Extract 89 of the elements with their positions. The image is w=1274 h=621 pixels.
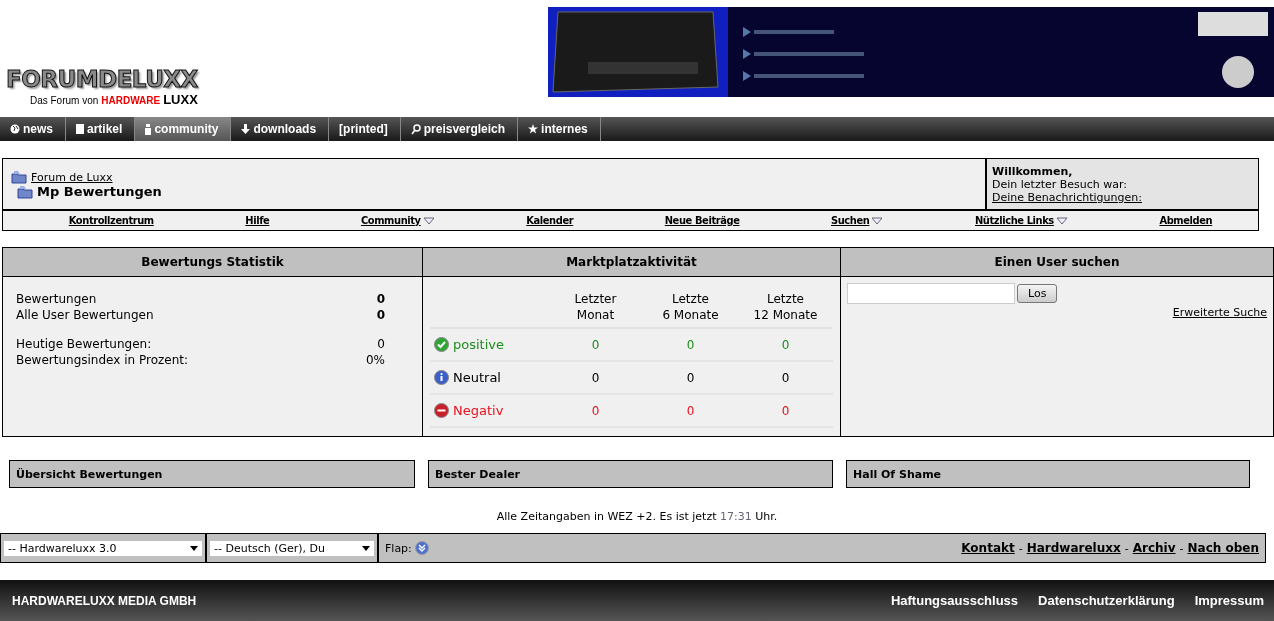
company-name: HARDWARELUXX MEDIA GMBH — [12, 593, 197, 608]
rating-count: 0 — [781, 370, 790, 385]
panel-header: Bewertungs Statistik — [3, 248, 422, 277]
stat-value: 0% — [365, 352, 385, 368]
rating-label: Negativ — [453, 403, 504, 418]
footer-link[interactable]: Impressum — [1194, 593, 1264, 608]
expand-icon[interactable] — [414, 541, 429, 555]
breadcrumb-link[interactable]: Forum de Luxx — [31, 170, 113, 184]
globe-icon — [10, 124, 20, 134]
rating-count: 0 — [591, 370, 600, 385]
info-icon — [434, 370, 449, 385]
flap-label: Flap: — [385, 541, 412, 555]
rating-count: 0 — [591, 403, 600, 418]
rating-label: positive — [453, 337, 504, 352]
column-header: Letzte — [672, 291, 709, 307]
page-icon — [76, 124, 84, 134]
dropdown-arrow-icon — [190, 545, 198, 551]
navbar-link[interactable]: Hilfe — [245, 214, 270, 227]
last-visit-text: Dein letzter Besuch war: — [992, 178, 1129, 191]
folder-icon — [11, 170, 27, 184]
stat-value: 0 — [376, 291, 385, 307]
column-header: 6 Monate — [662, 307, 719, 323]
rating-count: 0 — [781, 403, 790, 418]
footer-link[interactable]: Haftungsausschluss — [890, 593, 1019, 608]
minus-icon — [434, 403, 449, 418]
footer-link[interactable]: Datenschutzerklärung — [1038, 593, 1175, 608]
rating-count: 0 — [686, 370, 695, 385]
language-select[interactable]: -- Deutsch (Ger), Du — [210, 540, 374, 556]
navbar-link[interactable]: Community — [360, 214, 435, 227]
stat-label: Bewertungen — [16, 291, 97, 307]
column-header: 12 Monate — [753, 307, 818, 323]
down-arrow-icon — [241, 124, 251, 134]
dropdown-arrow-icon — [362, 545, 370, 551]
nav-tab[interactable]: community — [135, 117, 232, 141]
column-header: Monat — [576, 307, 615, 323]
nav-tab[interactable]: preisvergleich — [400, 117, 519, 141]
logo-tagline: Das Forum von — [29, 95, 99, 106]
stat-value: 0 — [377, 336, 385, 352]
navbar-link[interactable]: Abmelden — [1159, 214, 1213, 227]
footer-link[interactable]: Hardwareluxx — [1026, 541, 1121, 555]
panel-header: Einen User suchen — [841, 248, 1273, 277]
folder-icon — [17, 184, 33, 199]
section-header[interactable]: Hall Of Shame — [846, 460, 1250, 488]
check-icon — [434, 337, 449, 352]
dropdown-arrow-icon — [1055, 216, 1068, 225]
dropdown-arrow-icon — [422, 216, 435, 225]
footer-link[interactable]: Nach oben — [1187, 541, 1259, 555]
page-title: Mp Bewertungen — [37, 184, 162, 199]
stat-label: Heutige Bewertungen: — [16, 336, 152, 352]
link-separator: - — [1018, 541, 1023, 555]
search-button[interactable]: Los — [1017, 284, 1058, 303]
stat-label: Alle User Bewertungen — [16, 307, 154, 323]
section-header[interactable]: Übersicht Bewertungen — [9, 460, 415, 488]
timezone-note: Alle Zeitangaben in WEZ +2. Es ist jetzt 17:31 Uhr. — [495, 510, 779, 524]
navbar-link[interactable]: Kalender — [526, 214, 574, 227]
panel-header: Marktplatzaktivität — [423, 248, 840, 277]
notifications-link[interactable]: Deine Benachrichtigungen: — [992, 191, 1253, 204]
welcome-title: Willkommen, — [992, 165, 1074, 178]
star-icon — [528, 124, 539, 134]
footer-link[interactable]: Kontakt — [961, 541, 1015, 555]
column-header: Letzter — [574, 291, 617, 307]
advanced-search-link[interactable]: Erweiterte Suche — [1172, 306, 1267, 319]
stat-value: 0 — [376, 307, 385, 323]
stat-label: Bewertungsindex in Prozent: — [16, 352, 188, 368]
rating-count: 0 — [686, 403, 695, 418]
rating-count: 0 — [781, 337, 790, 352]
nav-tab[interactable]: downloads — [231, 117, 330, 141]
navbar-link[interactable]: Suchen — [831, 214, 884, 227]
section-header[interactable]: Bester Dealer — [428, 460, 833, 488]
navbar-link[interactable]: Neue Beiträge — [664, 214, 740, 227]
column-header: Letzte — [767, 291, 804, 307]
dropdown-arrow-icon — [871, 216, 884, 225]
link-separator: - — [1179, 541, 1184, 555]
search-icon — [410, 123, 421, 135]
nav-tab[interactable]: internes — [518, 117, 601, 141]
brand-name: HARDWARE — [101, 95, 161, 106]
user-search-field[interactable] — [847, 283, 1015, 304]
footer-link[interactable]: Archiv — [1132, 541, 1176, 555]
navbar-link[interactable]: Nützliche Links — [975, 214, 1068, 227]
navbar-link[interactable]: Kontrollzentrum — [68, 214, 154, 227]
rating-count: 0 — [591, 337, 600, 352]
nav-tab[interactable]: [printed] — [329, 117, 401, 141]
style-select[interactable]: -- Hardwareluxx 3.0 — [4, 540, 202, 556]
link-separator: - — [1124, 541, 1129, 555]
brand-name: LUXX — [163, 92, 198, 107]
rating-count: 0 — [686, 337, 695, 352]
rating-label: Neutral — [453, 370, 501, 385]
person-icon — [145, 123, 152, 135]
nav-tab[interactable]: news — [0, 117, 66, 141]
